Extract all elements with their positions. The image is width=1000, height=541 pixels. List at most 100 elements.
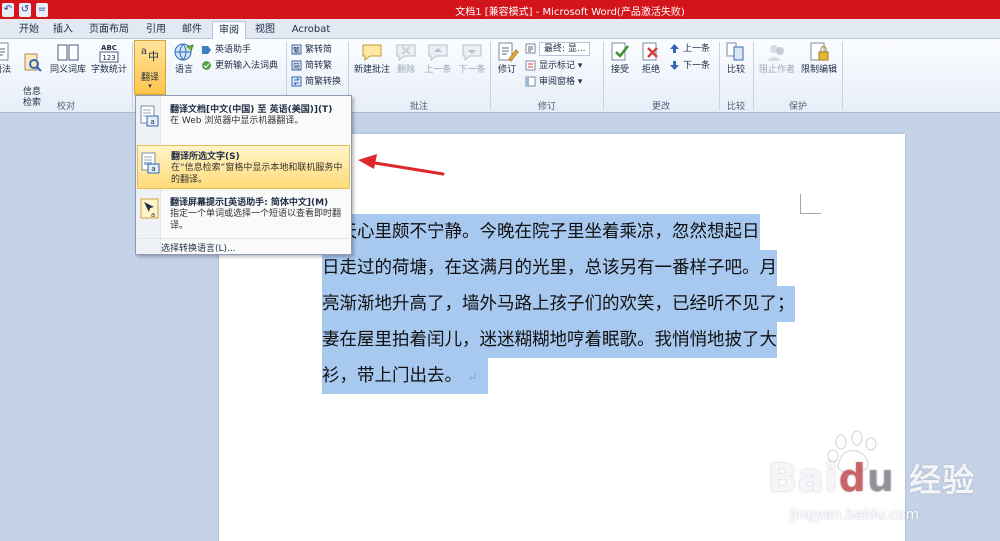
annotation-arrow [358, 154, 445, 176]
menu-item-translate-screentip[interactable]: a 翻译屏幕提示[英语助手: 简体中文](M) 指定一个单词或选择一个短语以查看… [137, 192, 350, 234]
simp-to-trad-button[interactable]: 简 简转繁 [291, 59, 332, 72]
accept-button[interactable]: 接受 [606, 41, 634, 76]
svg-text:a: a [141, 46, 147, 57]
simp-to-trad-label: 简转繁 [305, 60, 333, 71]
tab-mailings[interactable]: 邮件 [176, 21, 208, 39]
selected-text[interactable]: 亮渐渐地升高了，墙外马路上孩子们的欢笑，已经听不见了； [322, 286, 795, 322]
update-ime-button[interactable]: 更新输入法词典 [201, 59, 278, 72]
watermark-brand-text: Bai [768, 456, 839, 500]
selected-text[interactable]: 日走过的荷塘，在这满月的光里，总该另有一番样子吧。月 [322, 250, 777, 286]
tab-review[interactable]: 审阅 [212, 21, 246, 39]
menu-item-translate-document[interactable]: a 翻译文档[中文(中国) 至 英语(美国)](T) 在 Web 浏览器中显示机… [137, 99, 350, 135]
translate-button[interactable]: a中 翻译 ▾ [134, 40, 166, 95]
word-count-label: 字数统计 [90, 65, 127, 75]
menu-item-choose-language[interactable]: 选择转换语言(L)... [137, 238, 350, 254]
group-divider [132, 42, 133, 110]
next-comment-button[interactable]: 下一条 [455, 41, 489, 76]
block-authors-label: 阻止作者 [758, 65, 795, 75]
text-line[interactable]: 亮渐渐地升高了，墙外马路上孩子们的欢笑，已经听不见了； [322, 286, 804, 322]
display-for-review-dropdown[interactable]: 最终: 显... [525, 41, 591, 56]
thesaurus-button[interactable]: 同义词库 [47, 41, 89, 76]
text-line[interactable]: 日走过的荷塘，在这满月的光里，总该另有一番样子吧。月 [322, 250, 804, 286]
reviewing-pane-button[interactable]: 审阅窗格 ▾ [525, 75, 582, 88]
grammar-icon [0, 42, 9, 61]
selected-text[interactable]: 几天心里颇不宁静。今晚在院子里坐着乘凉，忽然想起日 [322, 214, 760, 250]
word-count-button[interactable]: ABC 123 字数统计 [89, 41, 129, 76]
show-markup-button[interactable]: 显示标记 ▾ [525, 59, 582, 72]
group-divider [842, 42, 843, 110]
title-bar: ↶ ↺ = 文档1 [兼容模式] - Microsoft Word(产品激活失败… [0, 0, 1000, 19]
block-authors-button[interactable]: 阻止作者 [756, 41, 798, 76]
watermark-brand-cn: 经验 [909, 461, 976, 499]
svg-text:a: a [150, 118, 154, 126]
compare-label: 比较 [726, 65, 745, 75]
previous-change-icon [670, 44, 679, 53]
text-line[interactable]: 妻在屋里拍着闰儿，迷迷糊糊地哼着眠歌。我悄悄地披了大 [322, 322, 804, 358]
tab-references[interactable]: 引用 [140, 21, 172, 39]
translate-menu: a 翻译文档[中文(中国) 至 英语(美国)](T) 在 Web 浏览器中显示机… [135, 95, 352, 255]
show-markup-icon [525, 60, 536, 71]
translate-selection-icon: a [141, 152, 160, 174]
compare-button[interactable]: 比较 [722, 41, 750, 76]
reviewing-pane-icon [525, 76, 536, 87]
previous-change-label: 上一条 [683, 43, 711, 54]
menu-item-description: 在“信息检索”窗格中显示本地和联机服务中的翻译。 [171, 163, 343, 185]
svg-text:a: a [151, 165, 155, 173]
new-comment-button[interactable]: 新建批注 [351, 41, 393, 76]
new-comment-icon [362, 44, 382, 62]
language-button[interactable]: 语言 [172, 41, 196, 76]
next-change-icon [670, 61, 679, 70]
document-paragraph[interactable]: 几天心里颇不宁静。今晚在院子里坐着乘凉，忽然想起日 日走过的荷塘，在这满月的光里… [322, 214, 804, 394]
tab-view[interactable]: 视图 [250, 21, 280, 39]
translate-screentip-icon: a [140, 198, 159, 219]
svg-text:a: a [151, 211, 155, 219]
menu-item-title: 翻译屏幕提示[英语助手: 简体中文](M) [170, 198, 329, 208]
menu-item-description: 在 Web 浏览器中显示机器翻译。 [170, 116, 304, 126]
selected-text[interactable]: 妻在屋里拍着闰儿，迷迷糊糊地哼着眠歌。我悄悄地披了大 [322, 322, 777, 358]
trad-to-simp-icon: 繁 [291, 44, 302, 55]
restrict-editing-icon [810, 42, 829, 61]
english-assistant-icon [202, 46, 211, 54]
thesaurus-label: 同义词库 [49, 65, 86, 75]
english-assistant-button[interactable]: 英语助手 [201, 43, 251, 56]
svg-text:中: 中 [148, 50, 159, 63]
update-ime-icon [202, 61, 211, 70]
tab-page-layout[interactable]: 页面布局 [84, 21, 134, 39]
track-changes-button[interactable]: 修订 [494, 41, 520, 76]
menu-item-description: 指定一个单词或选择一个短语以查看即时翻译。 [170, 209, 342, 231]
chevron-down-icon: ▾ [148, 82, 152, 90]
group-divider [753, 42, 754, 110]
previous-change-button[interactable]: 上一条 [669, 42, 710, 55]
word-count-icon: ABC 123 [99, 44, 119, 63]
tracking-group-label: 修订 [537, 102, 556, 112]
protect-group-label: 保护 [788, 102, 807, 112]
research-icon [24, 53, 42, 72]
group-divider [490, 42, 491, 110]
tab-acrobat[interactable]: Acrobat [286, 21, 336, 39]
menu-item-title: 翻译文档[中文(中国) 至 英语(美国)](T) [170, 105, 333, 115]
window-title: 文档1 [兼容模式] - Microsoft Word(产品激活失败) [455, 7, 685, 18]
restrict-editing-button[interactable]: 限制编辑 [798, 41, 840, 76]
grammar-button[interactable]: 语法 [0, 41, 14, 76]
final-dropdown-value[interactable]: 最终: 显... [539, 41, 591, 56]
previous-comment-button[interactable]: 上一条 [421, 41, 455, 76]
previous-comment-label: 上一条 [424, 65, 452, 75]
selected-text[interactable]: 衫，带上门出去。 ↵ [322, 358, 488, 394]
update-ime-label: 更新输入法词典 [215, 60, 279, 71]
tab-home[interactable]: 开始 [14, 21, 44, 39]
accept-icon [611, 42, 629, 61]
grammar-label: 语法 [0, 65, 11, 75]
trad-to-simp-button[interactable]: 繁 繁转简 [291, 43, 332, 56]
next-change-button[interactable]: 下一条 [669, 59, 710, 72]
watermark-url: jingyan.baidu.com [790, 507, 920, 523]
tab-insert[interactable]: 插入 [48, 21, 78, 39]
delete-comment-button[interactable]: 删除 [393, 41, 419, 76]
reject-button[interactable]: 拒绝 [637, 41, 665, 76]
paragraph-mark: ↵ [467, 370, 478, 384]
text-line[interactable]: 衫，带上门出去。 ↵ [322, 358, 804, 394]
menu-item-translate-selection[interactable]: a 翻译所选文字(S) 在“信息检索”窗格中显示本地和联机服务中的翻译。 [137, 145, 350, 189]
track-changes-icon [498, 42, 519, 62]
english-assistant-label: 英语助手 [215, 44, 252, 55]
text-line[interactable]: 几天心里颇不宁静。今晚在院子里坐着乘凉，忽然想起日 [322, 214, 804, 250]
chinese-convert-button[interactable]: 简繁转换 [291, 75, 341, 88]
